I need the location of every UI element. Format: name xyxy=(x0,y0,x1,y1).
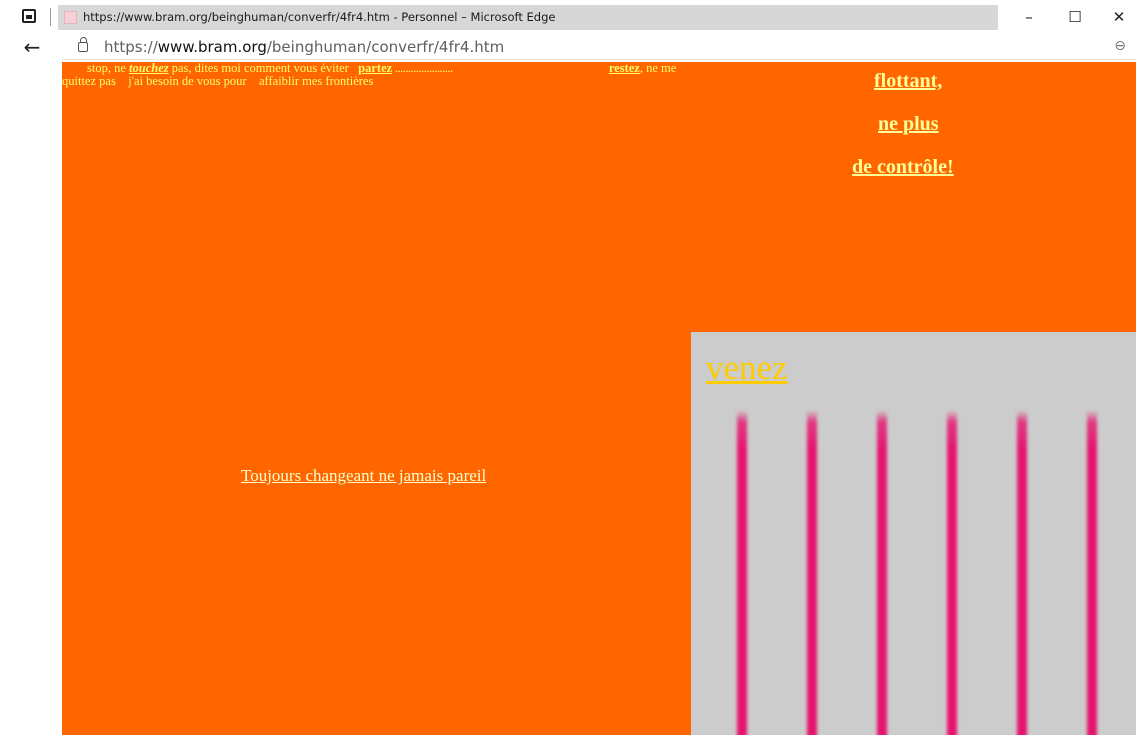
maximize-button[interactable]: ☐ xyxy=(1061,6,1089,28)
para-gap xyxy=(453,62,609,75)
title-bar: https://www.bram.org/beinghuman/converfr… xyxy=(0,0,1136,34)
pink-stripe xyxy=(1017,410,1027,735)
close-button[interactable]: ✕ xyxy=(1105,6,1133,28)
page-content: stop, ne touchez pas, dites moi comment … xyxy=(62,62,1136,735)
left-gutter xyxy=(0,62,62,735)
url-text[interactable]: https://www.bram.org/beinghuman/converfr… xyxy=(104,38,504,56)
gray-panel: venez xyxy=(691,332,1136,735)
minimize-button[interactable]: – xyxy=(1015,6,1043,28)
pink-stripe xyxy=(807,410,817,735)
back-button[interactable]: ← xyxy=(20,36,44,60)
pink-stripe xyxy=(737,410,747,735)
flottant-link[interactable]: flottant, xyxy=(874,70,942,93)
venez-link[interactable]: venez xyxy=(706,348,788,388)
para-dots: ...................... xyxy=(392,62,453,75)
tab-title: https://www.bram.org/beinghuman/converfr… xyxy=(83,10,556,24)
url-path: /beinghuman/converfr/4fr4.htm xyxy=(266,38,505,56)
tab-actions-icon[interactable] xyxy=(22,9,36,23)
url-domain: www.bram.org xyxy=(157,38,267,56)
title-separator xyxy=(50,8,51,26)
de-controle-link[interactable]: de contrôle! xyxy=(852,156,954,179)
browser-tab[interactable]: https://www.bram.org/beinghuman/converfr… xyxy=(58,5,998,30)
restez-link[interactable]: restez xyxy=(609,62,640,75)
zoom-icon[interactable]: ⊖ xyxy=(1114,38,1126,54)
poem-paragraph: stop, ne touchez pas, dites moi comment … xyxy=(62,62,702,88)
pink-stripe xyxy=(1087,410,1097,735)
url-field[interactable]: https://www.bram.org/beinghuman/converfr… xyxy=(62,36,1136,60)
toujours-changeant-link[interactable]: Toujours changeant ne jamais pareil xyxy=(241,466,486,486)
favicon-icon xyxy=(64,11,77,24)
address-bar: ← https://www.bram.org/beinghuman/conver… xyxy=(0,34,1136,62)
pink-stripe xyxy=(877,410,887,735)
ne-plus-link[interactable]: ne plus xyxy=(878,113,939,136)
url-prefix: https:// xyxy=(104,38,158,56)
pink-stripe xyxy=(947,410,957,735)
lock-icon[interactable] xyxy=(78,37,88,52)
